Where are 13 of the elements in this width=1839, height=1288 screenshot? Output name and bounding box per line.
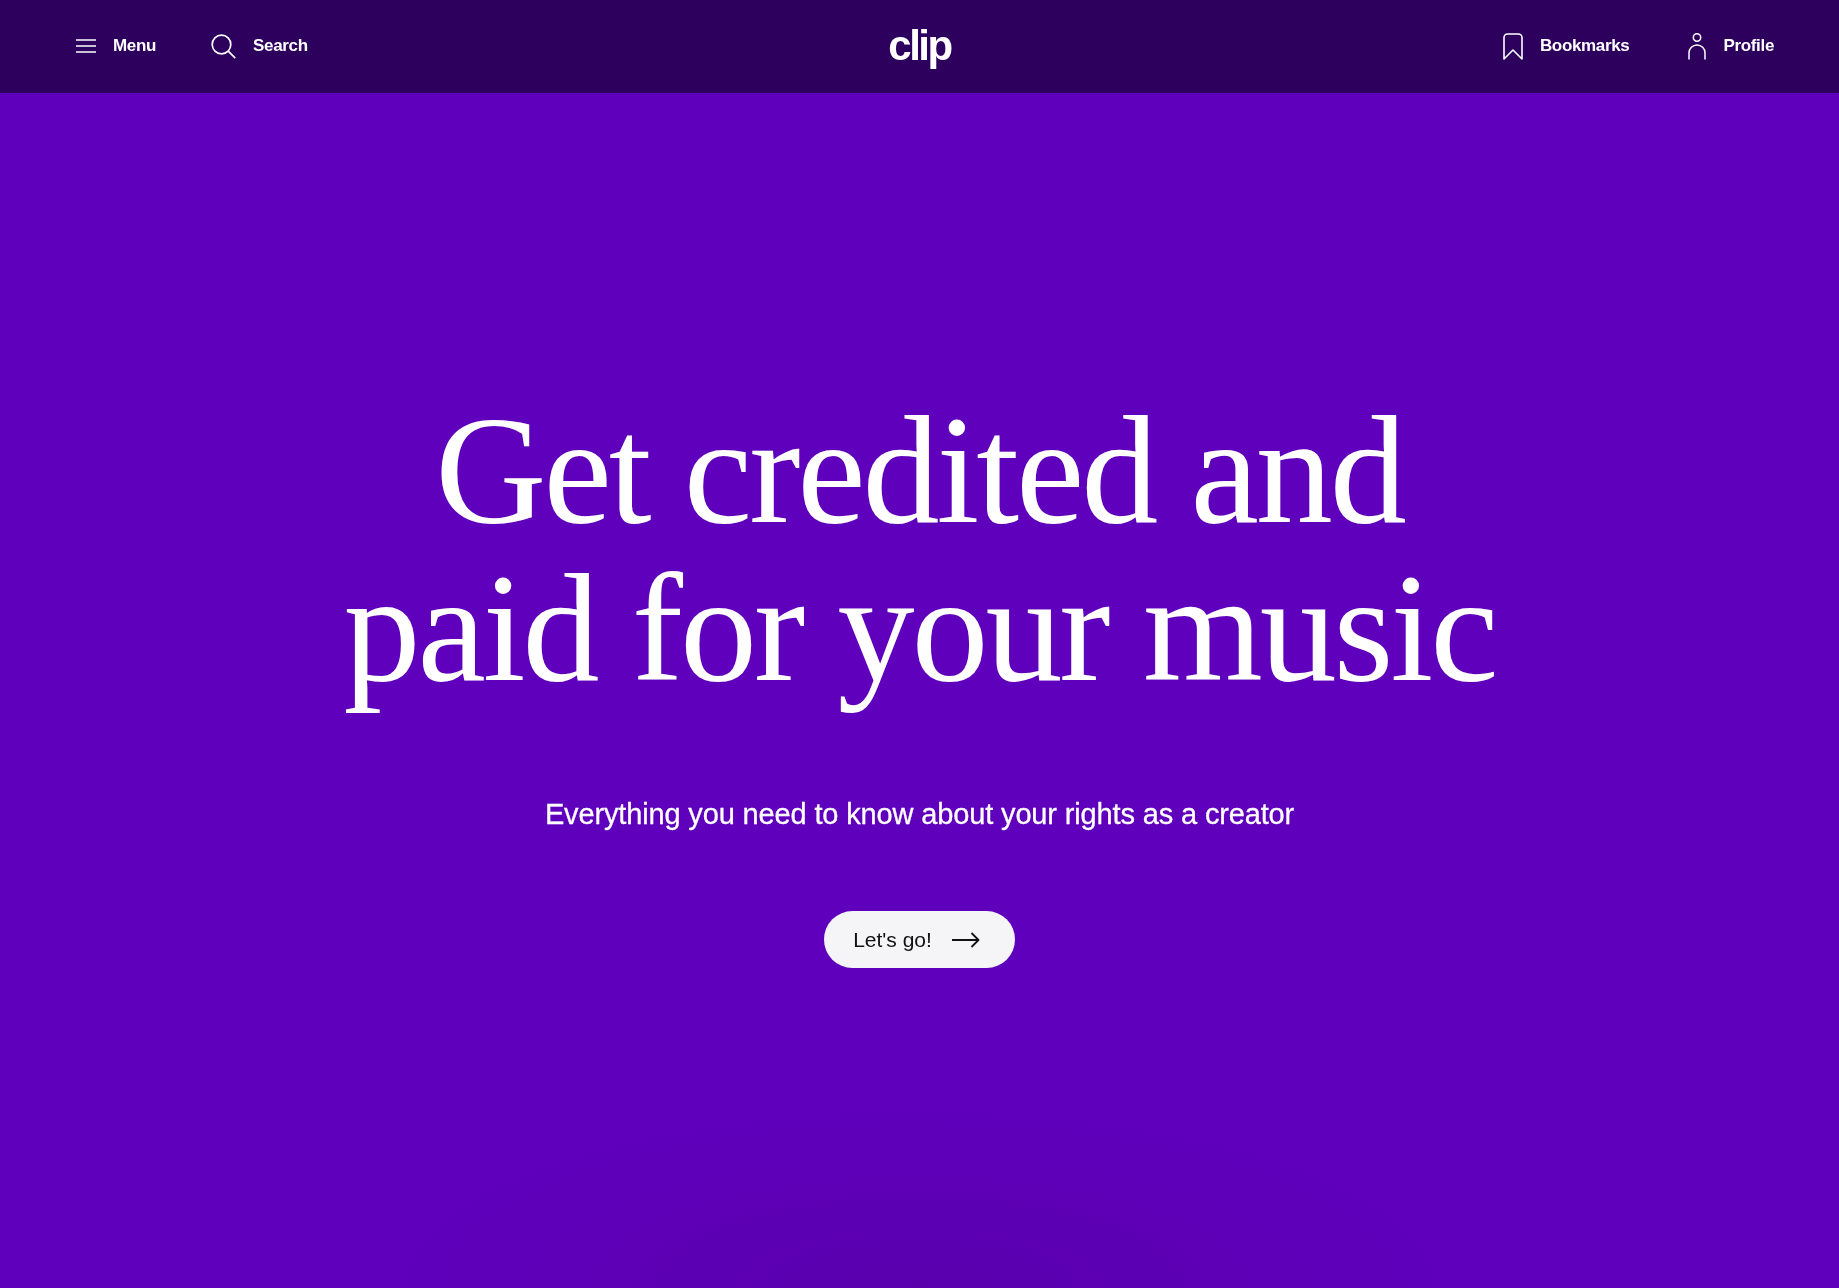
bookmark-icon bbox=[1502, 33, 1523, 60]
search-nav-link[interactable]: Search bbox=[211, 34, 308, 59]
search-icon bbox=[211, 34, 237, 59]
bookmark-nav-link[interactable]: Bookmarks bbox=[1502, 33, 1630, 60]
hero-subtitle: Everything you need to know about your rights as a creator bbox=[544, 797, 1295, 831]
profile-nav-link[interactable]: Profile bbox=[1688, 33, 1774, 60]
arrow-right-icon bbox=[951, 931, 980, 948]
hero-headline: Get credited and paid for your music bbox=[342, 385, 1497, 715]
menu-icon bbox=[76, 39, 96, 54]
menu-nav-link[interactable]: Menu bbox=[76, 36, 157, 57]
brand-logo[interactable]: clip bbox=[888, 24, 951, 67]
person-icon bbox=[1688, 33, 1707, 60]
lets-go-button[interactable]: Let's go! bbox=[824, 911, 1015, 968]
